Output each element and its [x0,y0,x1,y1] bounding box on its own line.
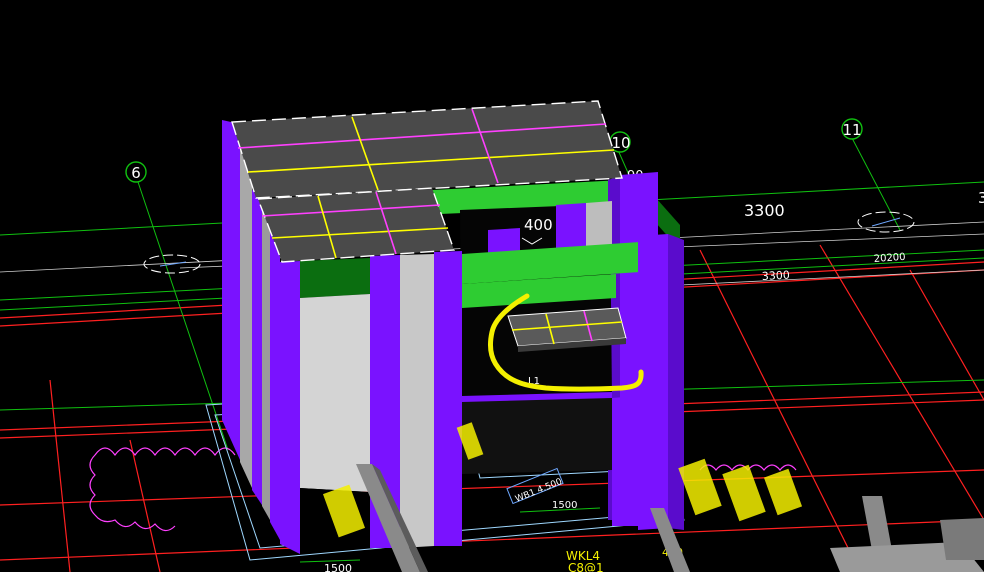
dim-3300-top: 3300 [744,201,785,220]
axis-label-6: 6 [131,164,141,182]
axis-label-10: 10 [611,134,630,152]
axis-bubble-10: 10 [609,131,631,153]
dim-400: 400 [524,216,553,234]
dim-3300-small: 3300 [761,269,790,283]
axis-bubble-6: 6 [125,161,147,183]
axis-label-next: 3 [978,189,984,207]
model-scene[interactable]: 6 10 11 3 3300 3300 20200 90 [0,0,984,572]
axis-label-11: 11 [842,121,861,139]
axis-bubble-11: 11 [841,118,863,140]
dim-1500-bottom: 1500 [324,562,352,572]
orbit-marker-right [857,211,915,233]
roof-slab-lower[interactable] [257,187,455,263]
foreground-frame-right [830,496,984,572]
dim-20200: 20200 [873,252,906,265]
front-face-left[interactable] [280,251,462,554]
beam-label-c8: C8@1 [568,561,604,572]
column-front-right[interactable] [638,234,684,530]
cad-3d-viewport[interactable]: 6 10 11 3 3300 3300 20200 90 [0,0,984,572]
